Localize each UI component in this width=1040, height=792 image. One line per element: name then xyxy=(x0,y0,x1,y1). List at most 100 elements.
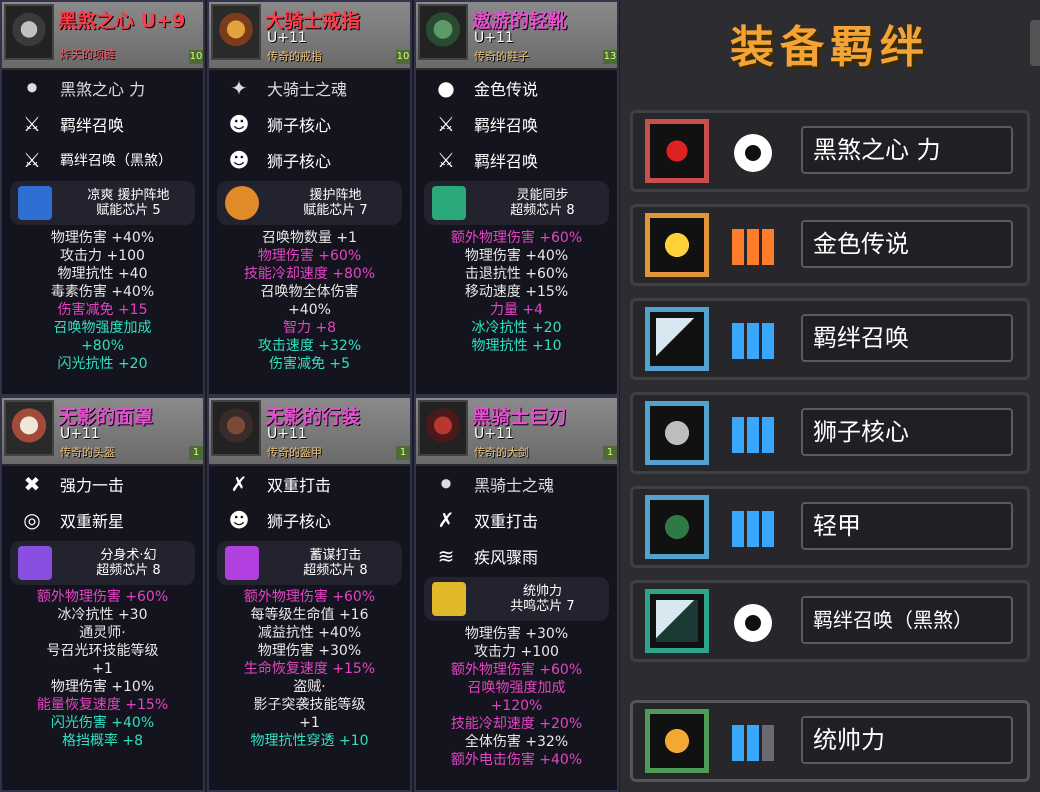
chip-icon xyxy=(18,186,52,220)
lion-icon: ☻ xyxy=(228,508,250,532)
chip: 分身术·幻 超频芯片 8 xyxy=(10,541,195,585)
skill-name: 双重打击 xyxy=(267,476,332,495)
bars-icon xyxy=(729,321,777,361)
skill-name: 疾风骤雨 xyxy=(474,548,539,567)
whirlwind-icon: ≋ xyxy=(437,544,455,568)
chip-label: 统帅力 共鸣芯片 7 xyxy=(510,584,575,614)
stat-line: 额外物理伤害 +60% xyxy=(36,589,169,605)
card-header: 大骑士戒指 U+11 传奇的戒指 10 xyxy=(209,2,410,70)
bond-label: 统帅力 xyxy=(801,716,1013,764)
bond-label: 羁绊召唤（黑煞） xyxy=(801,596,1013,644)
stat-line: 闪光伤害 +40% xyxy=(50,715,155,731)
chip-label: 灵能同步 超频芯片 8 xyxy=(510,188,575,218)
equipment-card[interactable]: 大骑士戒指 U+11 传奇的戒指 10 ✦ 大骑士之魂 ☻ 狮子核心 ☻ 狮子核… xyxy=(207,0,412,396)
stat-line: 物理伤害 +40% xyxy=(50,230,155,246)
stat-line: 物理伤害 +30% xyxy=(464,626,569,642)
ring-icon xyxy=(211,4,261,60)
equipment-card[interactable]: 无影的行装 U+11 传奇的盔甲 1 ✗ 双重打击 ☻ 狮子核心 蓄谋打击 超频… xyxy=(207,396,412,792)
equipment-card[interactable]: 遨游的轻靴 U+11 传奇的鞋子 13 ● 金色传说 ⚔ 羁绊召唤 ⚔ 羁绊召唤… xyxy=(414,0,619,396)
item-rarity: 炸天的项链 xyxy=(60,48,115,61)
bond-label: 黑煞之心 力 xyxy=(801,126,1013,174)
panel-tab[interactable] xyxy=(1030,20,1040,66)
skill-name: 狮子核心 xyxy=(267,116,332,135)
skill-row: ☻ 狮子核心 xyxy=(209,142,410,178)
bond-row[interactable]: 狮子核心 xyxy=(630,392,1030,474)
stat-line: 力量 +4 xyxy=(489,302,544,318)
stat-line: 智力 +8 xyxy=(282,320,337,336)
bond-icon xyxy=(645,709,709,773)
skill-row: ⚫ 黑骑士之魂 xyxy=(416,466,617,502)
skill-name: 狮子核心 xyxy=(267,512,332,531)
stat-line: 影子突袭技能等级 xyxy=(253,697,366,713)
skill-name: 双重打击 xyxy=(474,512,539,531)
stat-line: 生命恢复速度 +15% xyxy=(243,661,376,677)
item-name: 无影的面罩 xyxy=(58,406,154,428)
item-badge: 13 xyxy=(603,50,617,64)
skill-row: ● 金色传说 xyxy=(416,70,617,106)
stat-line: 伤害减免 +15 xyxy=(57,302,148,318)
skill-name: 黑骑士之魂 xyxy=(474,476,555,495)
bond-row[interactable]: 黑煞之心 力 xyxy=(630,110,1030,192)
item-rarity: 传奇的鞋子 xyxy=(474,50,529,63)
skill-icon: ⚫ xyxy=(23,76,41,100)
necklace-icon xyxy=(4,4,54,60)
bond-row[interactable]: 金色传说 xyxy=(630,204,1030,286)
bond-row[interactable]: 轻甲 xyxy=(630,486,1030,568)
stat-line: 攻击力 +100 xyxy=(474,644,559,660)
stat-line: 物理伤害 +30% xyxy=(257,643,362,659)
stat-line: +1 xyxy=(299,715,320,731)
bond-label: 狮子核心 xyxy=(801,408,1013,456)
skill-name: 狮子核心 xyxy=(267,152,332,171)
item-name: 遨游的轻靴 xyxy=(472,10,568,32)
stat-line: 额外物理伤害 +60% xyxy=(450,230,583,246)
skill-row: ✗ 双重打击 xyxy=(209,466,410,502)
stat-line: 能量恢复速度 +15% xyxy=(36,697,169,713)
chip: 统帅力 共鸣芯片 7 xyxy=(424,577,609,621)
stat-line: +40% xyxy=(288,302,331,318)
sword-icon: ⚔ xyxy=(437,148,455,172)
item-rarity: 传奇的戒指 xyxy=(267,50,322,63)
skill-name: 金色传说 xyxy=(474,80,539,99)
stat-line: 召唤物数量 +1 xyxy=(261,230,358,246)
bond-icon xyxy=(645,495,709,559)
stat-line: 额外电击伤害 +40% xyxy=(450,752,583,768)
item-badge: 1 xyxy=(396,446,410,460)
boots-icon xyxy=(418,4,468,60)
stat-line: 盗贼· xyxy=(293,679,326,695)
bond-row[interactable]: 羁绊召唤 xyxy=(630,298,1030,380)
skill-row: ✗ 双重打击 xyxy=(416,502,617,538)
chip-label: 蓄谋打击 超频芯片 8 xyxy=(303,548,368,578)
skill-name: 双重新星 xyxy=(60,512,125,531)
chip: 灵能同步 超频芯片 8 xyxy=(424,181,609,225)
equipment-card[interactable]: 黑骑士巨刃 U+11 传奇的大剑 1 ⚫ 黑骑士之魂 ✗ 双重打击 ≋ 疾风骤雨… xyxy=(414,396,619,792)
bars-icon xyxy=(729,509,777,549)
skill-name: 黑煞之心 力 xyxy=(60,80,146,99)
bond-row[interactable]: 羁绊召唤（黑煞） xyxy=(630,580,1030,662)
item-badge: 10 xyxy=(396,50,410,64)
stat-line: 每等级生命值 +16 xyxy=(250,607,369,623)
equipment-card[interactable]: 无影的面罩 U+11 传奇的头盔 1 ✖ 强力一击 ◎ 双重新星 分身术·幻 超… xyxy=(0,396,205,792)
item-rarity: 传奇的大剑 xyxy=(474,446,529,459)
sword-icon: ⚔ xyxy=(437,112,455,136)
stat-line: 召唤物强度加成 xyxy=(467,680,566,696)
chip-label: 分身术·幻 超频芯片 8 xyxy=(96,548,161,578)
chip-label: 援护阵地 赋能芯片 7 xyxy=(303,188,368,218)
skill-row: ⚔ 羁绊召唤（黑煞） xyxy=(2,142,203,178)
bond-row[interactable]: 统帅力 xyxy=(630,700,1030,782)
bars-icon xyxy=(729,227,777,267)
stat-line: 攻击力 +100 xyxy=(60,248,145,264)
equipment-card[interactable]: 黑煞之心 U+9 炸天的项链 10 ⚫ 黑煞之心 力 ⚔ 羁绊召唤 ⚔ 羁绊召唤… xyxy=(0,0,205,396)
skill-icon: ⚫ xyxy=(437,472,455,496)
item-badge: 1 xyxy=(603,446,617,460)
item-rarity: 传奇的盔甲 xyxy=(267,446,322,459)
card-header: 黑骑士巨刃 U+11 传奇的大剑 1 xyxy=(416,398,617,466)
flame-icon: ● xyxy=(437,76,455,100)
skill-name: 大骑士之魂 xyxy=(267,80,348,99)
stat-line: 技能冷却速度 +20% xyxy=(450,716,583,732)
lion-icon: ☻ xyxy=(228,148,250,172)
stat-line: 冰冷抗性 +20 xyxy=(471,320,562,336)
bond-label: 金色传说 xyxy=(801,220,1013,268)
stat-line: 额外物理伤害 +60% xyxy=(243,589,376,605)
stat-line: +120% xyxy=(490,698,543,714)
skill-name: 羁绊召唤（黑煞） xyxy=(60,153,172,169)
